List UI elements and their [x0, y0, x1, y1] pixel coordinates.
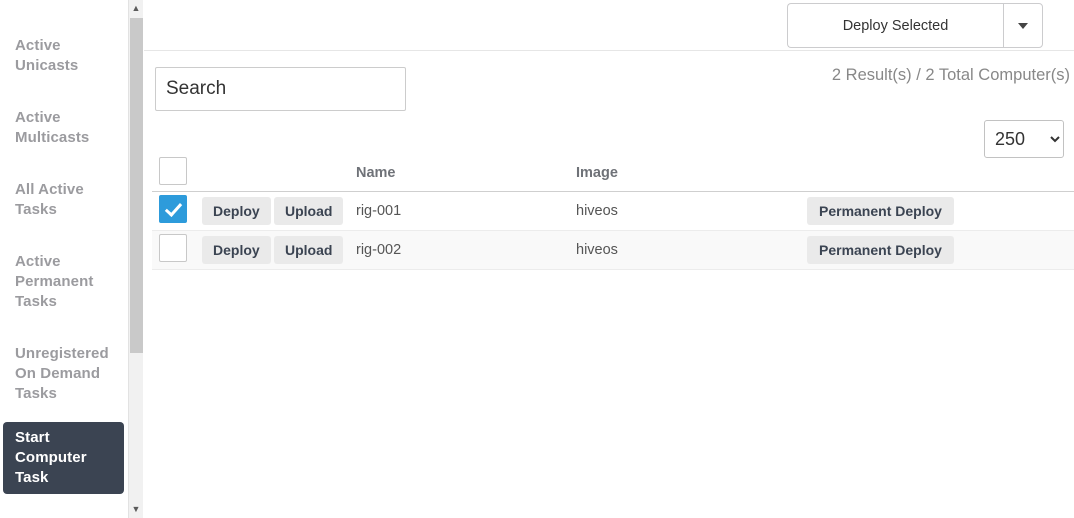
sidebar-item-label: Active Permanent Tasks — [15, 253, 94, 310]
sidebar-item-active-unicasts[interactable]: Active Unicasts — [3, 30, 124, 82]
select-all-checkbox[interactable] — [159, 157, 187, 185]
deploy-selected-dropdown-toggle[interactable] — [1003, 3, 1043, 48]
sidebar-item-label: Active Unicasts — [15, 37, 79, 74]
sidebar: Active Unicasts Active Multicasts All Ac… — [0, 0, 128, 518]
name-header-label: Name — [356, 165, 396, 181]
deploy-selected-split-button[interactable]: Deploy Selected — [787, 3, 1043, 48]
row-upload-cell: Upload — [274, 230, 356, 270]
row-name-cell: rig-002 — [356, 230, 576, 270]
row-upload-cell: Upload — [274, 191, 356, 231]
permanent-header-cell — [794, 155, 1074, 192]
upload-button[interactable]: Upload — [274, 236, 344, 264]
permanent-deploy-button[interactable]: Permanent Deploy — [807, 236, 954, 264]
chevron-down-icon — [1018, 22, 1028, 29]
toolbar-divider — [144, 50, 1074, 51]
table-row: Deploy Upload rig-001 hiveos Permanent D… — [152, 191, 1074, 231]
name-header-cell[interactable]: Name — [356, 155, 576, 192]
image-header-cell[interactable]: Image — [576, 155, 794, 192]
page-size-select[interactable]: 102550100250500 — [984, 120, 1064, 158]
scrollbar-thumb[interactable] — [130, 18, 143, 353]
row-deploy-cell: Deploy — [202, 191, 274, 231]
permanent-deploy-button[interactable]: Permanent Deploy — [807, 197, 954, 225]
deploy-button[interactable]: Deploy — [202, 236, 271, 264]
row-deploy-cell: Deploy — [202, 230, 274, 270]
results-summary: 2 Result(s) / 2 Total Computer(s) — [831, 66, 1070, 84]
computer-task-table: Name Image Deploy Upload rig-001 hiveos … — [152, 155, 1074, 270]
sidebar-item-active-multicasts[interactable]: Active Multicasts — [3, 102, 124, 154]
select-all-header-cell — [152, 155, 202, 192]
row-checkbox[interactable] — [159, 195, 187, 223]
row-image-cell: hiveos — [576, 230, 794, 270]
row-permanent-cell: Permanent Deploy — [794, 191, 1074, 231]
deploy-selected-button[interactable]: Deploy Selected — [787, 3, 1003, 48]
table-body: Deploy Upload rig-001 hiveos Permanent D… — [152, 191, 1074, 270]
sidebar-item-all-active-tasks[interactable]: All Active Tasks — [3, 174, 124, 226]
row-permanent-cell: Permanent Deploy — [794, 230, 1074, 270]
scroll-down-arrow-icon[interactable]: ▼ — [129, 501, 143, 518]
main-content: Deploy Selected 2 Result(s) / 2 Total Co… — [144, 0, 1074, 518]
upload-button[interactable]: Upload — [274, 197, 344, 225]
row-name-cell: rig-001 — [356, 191, 576, 231]
sidebar-item-label: All Active Tasks — [15, 181, 84, 218]
sidebar-item-unregistered-on-demand-tasks[interactable]: Unregistered On Demand Tasks — [3, 338, 124, 410]
row-select-cell — [152, 230, 202, 270]
image-header-label: Image — [576, 165, 618, 181]
table-header: Name Image — [152, 155, 1074, 192]
sidebar-item-label: Active Multicasts — [15, 109, 90, 146]
table-row: Deploy Upload rig-002 hiveos Permanent D… — [152, 230, 1074, 270]
deploy-header-cell — [202, 155, 274, 192]
row-checkbox[interactable] — [159, 234, 187, 262]
row-select-cell — [152, 191, 202, 231]
sidebar-scrollbar[interactable]: ▲ ▼ — [128, 0, 143, 518]
row-image-cell: hiveos — [576, 191, 794, 231]
scroll-up-arrow-icon[interactable]: ▲ — [129, 0, 143, 17]
sidebar-item-label: Unregistered On Demand Tasks — [15, 345, 109, 402]
sidebar-item-label: Start Computer Task — [15, 429, 87, 486]
sidebar-item-start-computer-task[interactable]: Start Computer Task — [3, 422, 124, 494]
upload-header-cell — [274, 155, 356, 192]
deploy-button[interactable]: Deploy — [202, 197, 271, 225]
search-input[interactable] — [155, 67, 406, 111]
table-header-row: Name Image — [152, 155, 1074, 192]
sidebar-item-active-permanent-tasks[interactable]: Active Permanent Tasks — [3, 246, 124, 318]
